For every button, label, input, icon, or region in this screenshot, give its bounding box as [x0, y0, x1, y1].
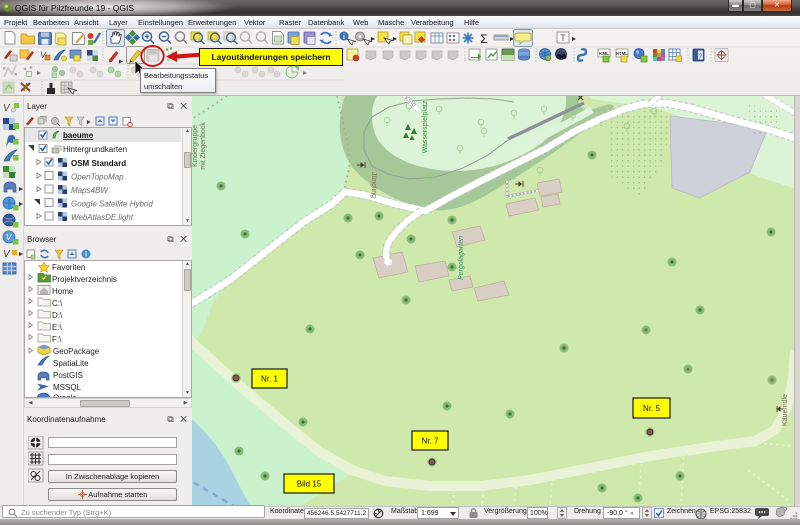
- svg-text:Projektverzeichnis: Projektverzeichnis: [52, 275, 117, 284]
- svg-text:mit Ziegenbock: mit Ziegenbock: [200, 122, 207, 170]
- svg-text:V: V: [3, 103, 11, 114]
- svg-text:T: T: [560, 33, 566, 43]
- svg-text:GeoPackage: GeoPackage: [53, 347, 100, 356]
- svg-text:i: i: [343, 34, 345, 41]
- svg-text:WebAtlasDE.light: WebAtlasDE.light: [71, 213, 134, 222]
- svg-text:Käuerndle: Käuerndle: [782, 394, 789, 426]
- svg-text:Σ: Σ: [480, 32, 487, 46]
- svg-text:D:\: D:\: [52, 311, 63, 320]
- svg-text:SpatiaLite: SpatiaLite: [53, 359, 89, 368]
- svg-text:Pergolagarten: Pergolagarten: [458, 236, 465, 280]
- svg-text:Google Satellite Hybrid: Google Satellite Hybrid: [71, 200, 153, 209]
- svg-text:Hintergrundkarten: Hintergrundkarten: [63, 145, 127, 154]
- svg-text:?: ?: [699, 53, 703, 60]
- svg-text:PostGIS: PostGIS: [53, 371, 83, 380]
- svg-text:V: V: [6, 233, 12, 242]
- svg-text:MSSQL: MSSQL: [53, 383, 82, 392]
- svg-text:Kindergruppe: Kindergruppe: [192, 125, 199, 167]
- svg-text:Wasserspielplatz: Wasserspielplatz: [422, 100, 429, 153]
- svg-text:E:\: E:\: [52, 323, 63, 332]
- svg-text:KML: KML: [599, 51, 609, 56]
- svg-text:OSM Standard: OSM Standard: [71, 159, 126, 168]
- svg-text:C:\: C:\: [52, 299, 63, 308]
- svg-text:Jüngling: Jüngling: [370, 172, 377, 198]
- svg-text:Favoriten: Favoriten: [52, 263, 85, 272]
- svg-text:Maps4BW: Maps4BW: [71, 186, 109, 195]
- svg-text:F:\: F:\: [52, 335, 62, 344]
- svg-text:Nr. 5: Nr. 5: [643, 404, 660, 413]
- svg-text:Bild 15: Bild 15: [297, 480, 322, 489]
- svg-text:V: V: [10, 171, 16, 180]
- svg-text:Home: Home: [52, 287, 74, 296]
- svg-text:Nr. 1: Nr. 1: [261, 375, 278, 384]
- svg-text:i: i: [85, 252, 87, 259]
- svg-text:Nr. 7: Nr. 7: [422, 437, 439, 446]
- svg-text:baeume: baeume: [63, 131, 94, 140]
- svg-text:HTML: HTML: [616, 51, 628, 56]
- svg-text:OpenTopoMap: OpenTopoMap: [71, 173, 124, 182]
- svg-text:V: V: [3, 249, 11, 260]
